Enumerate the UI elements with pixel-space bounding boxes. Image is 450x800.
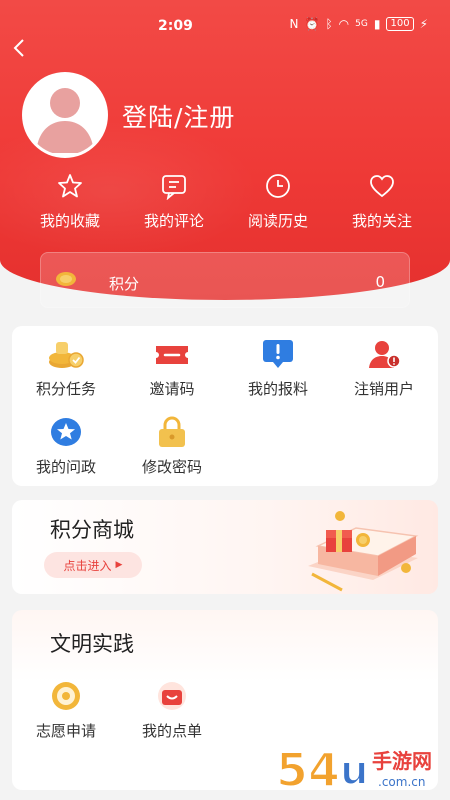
user-remove-icon [369, 341, 401, 368]
book-gift-illustration [308, 511, 419, 592]
bluetooth-icon: ᛒ [325, 17, 333, 31]
points-mall-title: 积分商城 [50, 518, 134, 542]
login-register-link[interactable]: 登陆/注册 [122, 98, 235, 134]
watermark-number: 54 [276, 743, 340, 796]
alarm-icon: ⏰ [304, 17, 320, 31]
grid-item-label: 注销用户 [353, 380, 414, 398]
play-arrow-icon: ▶ [115, 560, 123, 570]
network-label: 5G [355, 19, 368, 29]
grid-item-label: 我的问政 [35, 458, 96, 476]
quick-action-comments[interactable]: 我的评论 [124, 172, 224, 231]
enter-mall-label: 点击进入 [63, 558, 112, 573]
star-badge-icon [51, 418, 81, 446]
ticket-icon [156, 346, 188, 364]
grid-item-my-reports[interactable]: 我的报料 [228, 338, 328, 399]
status-icons: N ⏰ ᛒ ◠ 5G ▮ 100 ⚡ [290, 17, 428, 31]
back-arrow-icon[interactable] [10, 36, 30, 60]
grid-item-points-tasks[interactable]: 积分任务 [16, 338, 116, 399]
battery-indicator: 100 [386, 17, 414, 31]
practice-item-label: 志愿申请 [35, 722, 96, 740]
site-watermark-logo: 54 u 手游网 .com.cn [275, 742, 432, 796]
status-time: 2:09 [158, 18, 193, 34]
quick-action-label: 阅读历史 [247, 212, 308, 230]
grid-item-label: 邀请码 [149, 380, 195, 398]
quick-action-label: 我的关注 [351, 212, 412, 230]
avatar[interactable] [22, 72, 108, 158]
charging-icon: ⚡ [419, 17, 428, 31]
star-icon [58, 174, 82, 198]
quick-action-label: 我的收藏 [39, 212, 100, 230]
signal-icon: ▮ [373, 17, 381, 31]
grid-item-invite-code[interactable]: 邀请码 [122, 338, 222, 399]
watermark-domain: .com.cn [378, 775, 425, 789]
practice-item-volunteer[interactable]: 志愿申请 [16, 680, 116, 741]
grid-item-label: 修改密码 [141, 458, 202, 476]
quick-action-label: 我的评论 [143, 212, 204, 230]
points-mall-banner[interactable]: 积分商城 点击进入 ▶ [12, 500, 438, 594]
lock-icon [159, 416, 185, 447]
report-icon [263, 340, 293, 368]
watermark-text: 手游网 [372, 749, 432, 773]
points-value: 0 [375, 273, 385, 291]
default-user-icon [36, 88, 94, 153]
quick-action-following[interactable]: 我的关注 [332, 172, 432, 231]
nfc-icon: N [289, 17, 299, 31]
grid-item-deregister[interactable]: 注销用户 [334, 338, 434, 399]
quick-action-history[interactable]: 阅读历史 [228, 172, 328, 231]
practice-item-label: 我的点单 [141, 722, 202, 740]
status-bar: 2:09 N ⏰ ᛒ ◠ 5G ▮ 100 ⚡ [0, 0, 450, 40]
grid-item-label: 我的报料 [247, 380, 308, 398]
services-grid: 积分任务 邀请码 我的报料 注销用户 我的问政 修改密码 [12, 326, 438, 486]
grid-item-change-password[interactable]: 修改密码 [122, 416, 222, 477]
order-icon [158, 682, 186, 710]
volunteer-icon [52, 682, 80, 710]
heart-icon [370, 175, 394, 198]
practice-item-my-orders[interactable]: 我的点单 [122, 680, 222, 741]
coin-icon [56, 272, 76, 286]
comment-icon [162, 175, 186, 200]
points-bar[interactable]: 积分 0 [40, 252, 410, 308]
clock-icon [266, 174, 290, 198]
enter-mall-button[interactable]: 点击进入 ▶ [44, 552, 142, 578]
points-label: 积分 [109, 275, 140, 293]
grid-item-my-inquiries[interactable]: 我的问政 [16, 416, 116, 477]
section-title: 文明实践 [50, 632, 134, 656]
grid-item-label: 积分任务 [35, 380, 96, 398]
coins-icon [49, 342, 84, 368]
svg-text:u: u [340, 748, 368, 794]
quick-actions: 我的收藏 我的评论 阅读历史 我的关注 [20, 172, 432, 231]
quick-action-favorites[interactable]: 我的收藏 [20, 172, 120, 231]
wifi-icon: ◠ [338, 17, 350, 31]
